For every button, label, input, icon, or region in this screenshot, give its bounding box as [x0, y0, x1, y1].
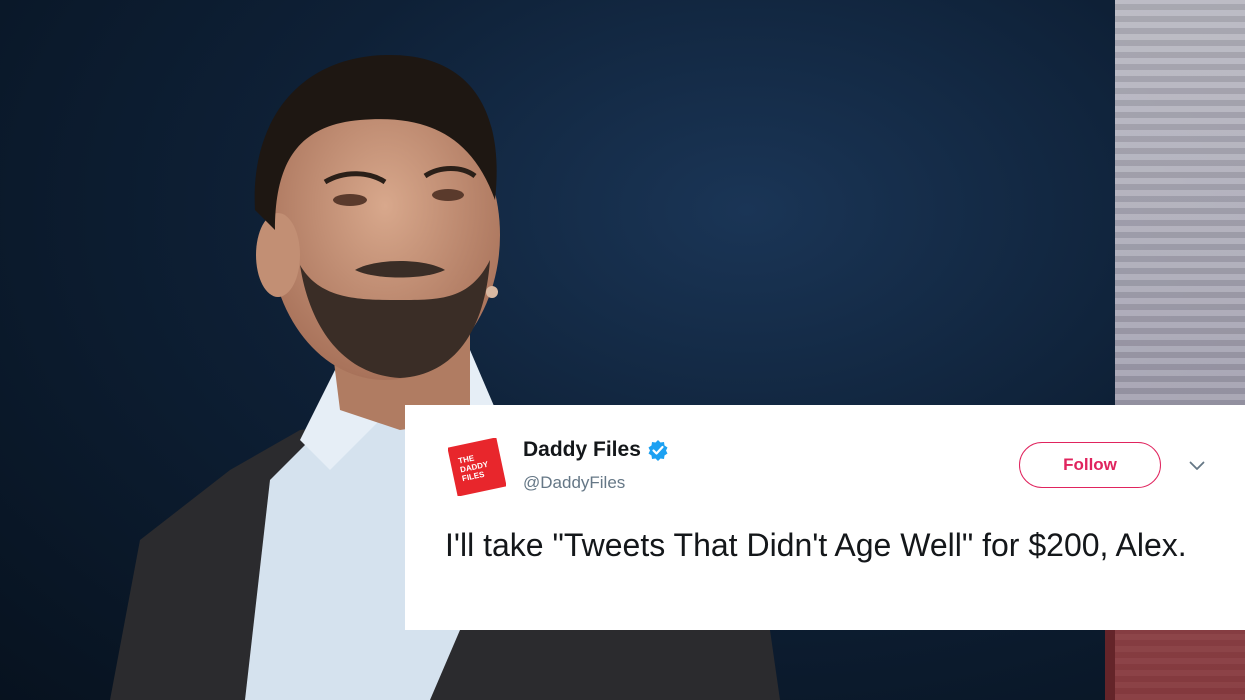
author-handle[interactable]: @DaddyFiles: [523, 473, 625, 493]
tweet-text: I'll take "Tweets That Didn't Age Well" …: [445, 527, 1187, 563]
daddy-files-logo: THE DADDY FILES: [448, 438, 506, 496]
chevron-down-icon[interactable]: [1189, 461, 1205, 471]
avatar[interactable]: THE DADDY FILES: [448, 438, 506, 496]
follow-button[interactable]: Follow: [1019, 442, 1161, 488]
embedded-tweet-card: THE DADDY FILES Daddy Files @DaddyFiles …: [405, 405, 1245, 630]
verified-badge-icon: [648, 440, 668, 461]
author-name[interactable]: Daddy Files: [523, 438, 641, 462]
